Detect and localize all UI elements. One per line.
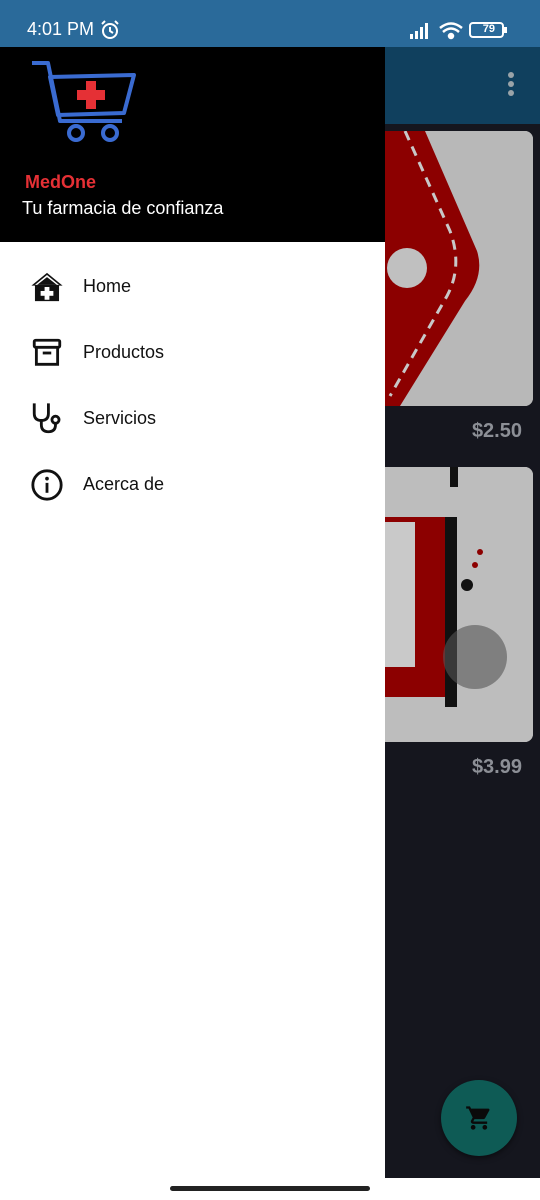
product-price: $3.99 <box>471 756 522 778</box>
cart-fab-button[interactable] <box>441 1080 517 1156</box>
more-vert-icon[interactable] <box>507 72 515 102</box>
medical-cart-logo <box>32 61 136 142</box>
status-icons <box>410 22 507 40</box>
drawer-item-label: Servicios <box>83 408 157 428</box>
product-price: $2.50 <box>471 420 522 442</box>
drawer-item-acerca-de[interactable]: Acerca de <box>0 451 385 517</box>
gesture-handle[interactable] <box>170 1186 370 1191</box>
product-image-1 <box>385 131 533 406</box>
status-time: 4:01 PM <box>27 19 95 39</box>
product-image[interactable] <box>385 131 533 406</box>
alarm-icon <box>101 20 119 39</box>
drawer-item-home[interactable]: Home <box>0 253 385 319</box>
signal-icon <box>410 23 428 39</box>
shopping-cart-icon <box>466 1106 490 1130</box>
drawer-header: MedOne Tu farmacia de confianza <box>0 47 385 242</box>
brand-tagline: Tu farmacia de confianza <box>22 198 224 218</box>
product-image[interactable] <box>385 467 533 742</box>
drawer-item-label: Home <box>83 276 132 296</box>
product-image-2 <box>385 467 533 742</box>
stethoscope-icon <box>32 403 61 434</box>
wifi-icon <box>439 22 463 40</box>
drawer-item-productos[interactable]: Productos <box>0 319 385 385</box>
drawer-item-label: Productos <box>83 342 165 362</box>
navigation-drawer: MedOne Tu farmacia de confianza Home Pro… <box>0 47 385 1178</box>
brand-name: MedOne <box>25 172 97 192</box>
info-icon <box>31 469 63 501</box>
archive-box-icon <box>32 338 62 366</box>
drawer-item-label: Acerca de <box>83 474 165 494</box>
drawer-item-servicios[interactable]: Servicios <box>0 385 385 451</box>
home-plus-icon <box>31 272 63 302</box>
status-bar: 4:01 PM 79 <box>0 0 540 47</box>
battery-level: 79 <box>482 23 495 35</box>
